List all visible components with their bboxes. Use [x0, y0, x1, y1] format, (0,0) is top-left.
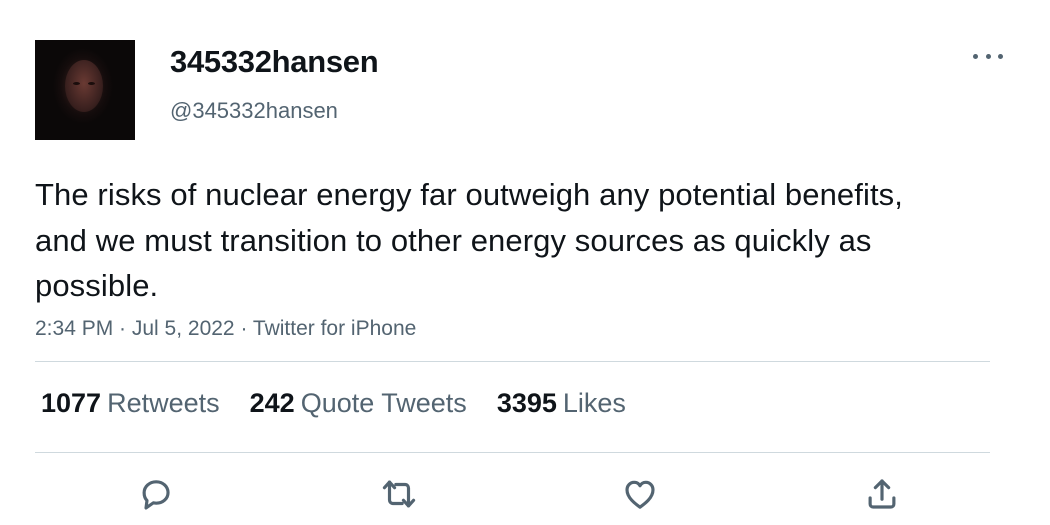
more-dot	[973, 53, 978, 59]
like-button[interactable]	[620, 474, 660, 514]
tweet-timestamp[interactable]: 2:34 PM · Jul 5, 2022 · Twitter for iPho…	[35, 317, 416, 341]
avatar-eye-right	[88, 82, 95, 85]
retweets-count: 1077	[41, 388, 102, 418]
likes-label: Likes	[562, 388, 626, 418]
tweet-stats: 1077 Retweets 242 Quote Tweets 3395 Likes	[41, 388, 656, 419]
quote-tweets-stat[interactable]: 242 Quote Tweets	[250, 388, 467, 419]
more-dot	[985, 53, 991, 59]
more-options-icon[interactable]	[973, 46, 1003, 66]
retweets-stat[interactable]: 1077 Retweets	[41, 388, 220, 419]
avatar[interactable]	[35, 40, 135, 140]
divider-top	[35, 361, 990, 362]
likes-stat[interactable]: 3395 Likes	[497, 388, 626, 419]
reply-icon	[142, 480, 170, 510]
tweet-text: The risks of nuclear energy far outweigh…	[35, 177, 903, 303]
share-icon	[868, 479, 896, 509]
retweets-label: Retweets	[107, 388, 220, 418]
avatar-face	[65, 60, 103, 112]
more-dot	[998, 53, 1003, 59]
like-icon	[625, 480, 655, 509]
likes-count: 3395	[496, 388, 557, 418]
reply-button[interactable]	[136, 474, 176, 514]
quote-tweets-label: Quote Tweets	[300, 388, 467, 418]
user-handle[interactable]: @345332hansen	[170, 98, 338, 124]
retweet-button[interactable]	[379, 474, 419, 514]
retweet-icon	[382, 480, 416, 508]
tweet-card: 345332hansen @345332hansen The risks of …	[0, 0, 1050, 525]
share-button[interactable]	[862, 474, 902, 514]
avatar-eye-left	[73, 82, 80, 85]
divider-bottom	[35, 452, 990, 453]
display-name[interactable]: 345332hansen	[170, 44, 379, 80]
quote-tweets-count: 242	[249, 388, 295, 418]
